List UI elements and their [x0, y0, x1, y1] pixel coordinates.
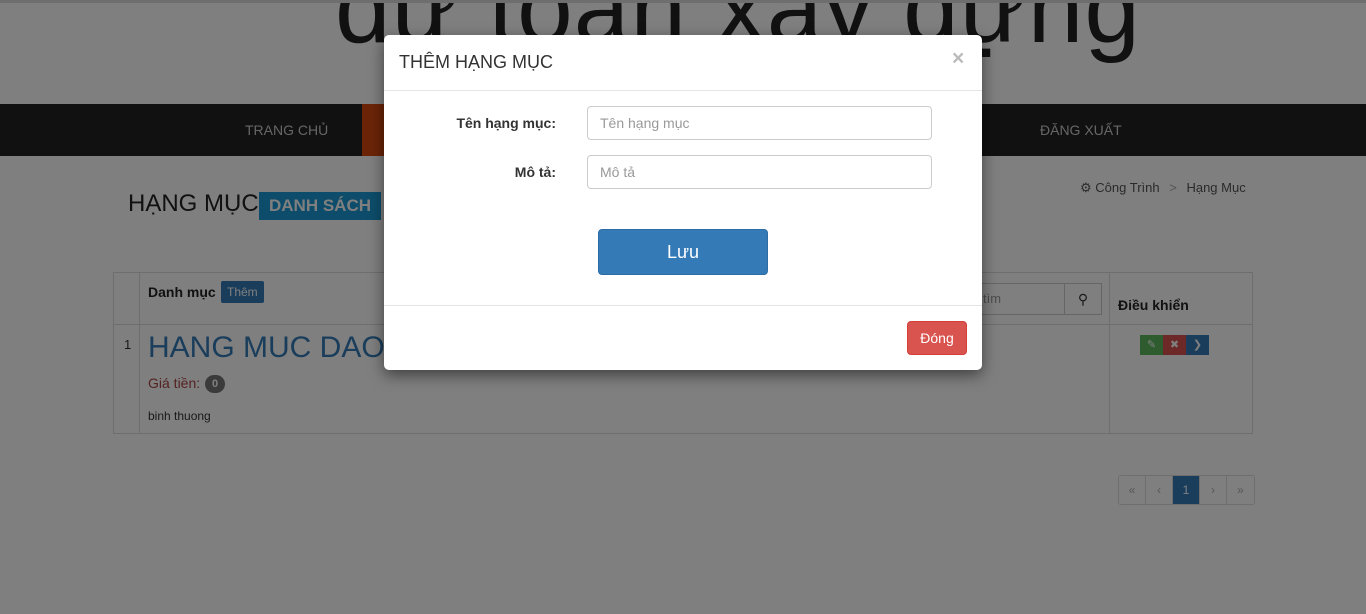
name-field-label: Tên hạng mục:	[456, 115, 556, 131]
page: dự toán xây dựng TRANG CHỦ ĐĂNG XUẤT HẠN…	[0, 0, 1366, 614]
modal-title: THÊM HẠNG MỤC	[399, 52, 553, 72]
name-field-input[interactable]	[587, 106, 932, 140]
description-field-input[interactable]	[587, 155, 932, 189]
modal-close-icon[interactable]: ×	[952, 47, 964, 71]
modal-header: THÊM HẠNG MỤC ×	[384, 35, 982, 91]
add-category-modal: THÊM HẠNG MỤC × Tên hạng mục: Mô tả: Lưu…	[384, 35, 982, 370]
modal-footer: Đóng	[384, 305, 982, 370]
close-button[interactable]: Đóng	[907, 321, 967, 355]
save-button[interactable]: Lưu	[598, 229, 768, 275]
description-field-label: Mô tả:	[514, 164, 556, 180]
